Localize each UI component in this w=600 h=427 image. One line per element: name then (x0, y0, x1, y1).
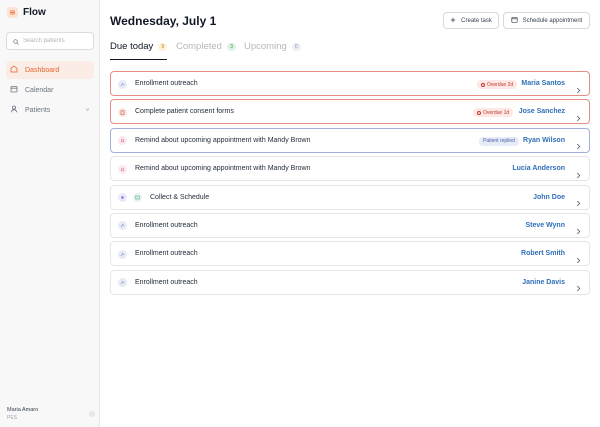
sidebar-nav: Dashboard Calendar Patients (6, 61, 94, 121)
task-title: Enrollment outreach (135, 221, 198, 229)
tab-label: Upcoming (244, 41, 287, 52)
create-task-label: Create task (461, 17, 492, 24)
chevron-down-icon (85, 107, 90, 114)
collect-icon (118, 193, 127, 203)
tab-count-badge: 3 (226, 43, 236, 51)
brand[interactable]: Flow (7, 7, 46, 18)
user-profile[interactable]: Maria Amaro PES (7, 407, 95, 421)
clock-icon (477, 110, 481, 115)
page-title: Wednesday, July 1 (110, 14, 217, 28)
chevron-right-icon[interactable] (576, 81, 581, 99)
tab-upcoming[interactable]: Upcoming 0 (244, 40, 301, 60)
task-list: Enrollment outreach Overdue 2d Maria San… (110, 71, 590, 298)
task-row[interactable]: Enrollment outreach Janine Davis (110, 269, 590, 297)
sidebar-item-label: Dashboard (25, 66, 60, 74)
task-title: Enrollment outreach (135, 250, 198, 258)
tab-label: Completed (176, 41, 222, 52)
phone-icon (118, 278, 127, 288)
clock-icon (481, 82, 485, 87)
calendar-icon (133, 193, 142, 203)
home-icon (10, 65, 18, 75)
tab-label: Due today (110, 41, 154, 52)
task-title: Remind about upcoming appointment with M… (135, 136, 311, 144)
calendar-icon (10, 85, 18, 95)
chevron-right-icon[interactable] (576, 222, 581, 240)
flow-logo-icon (7, 7, 18, 18)
task-row[interactable]: Complete patient consent forms Overdue 1… (110, 99, 590, 127)
chevron-right-icon[interactable] (576, 137, 581, 155)
patient-name-link[interactable]: Janine Davis (522, 279, 565, 286)
sidebar-item-patients[interactable]: Patients (6, 101, 94, 119)
form-icon (118, 107, 127, 117)
chevron-right-icon[interactable] (576, 166, 581, 184)
sidebar-item-label: Calendar (25, 86, 54, 94)
patient-name-link[interactable]: Robert Smith (521, 250, 565, 257)
main-content: Wednesday, July 1 Create task Schedule a… (100, 0, 600, 427)
search-icon (13, 32, 19, 50)
profile-name: Maria Amaro (7, 407, 39, 413)
task-title: Enrollment outreach (135, 278, 198, 286)
bell-icon (118, 136, 127, 146)
patient-name-link[interactable]: John Doe (533, 194, 565, 201)
patient-name-link[interactable]: Lucia Anderson (512, 165, 565, 172)
overdue-badge: Overdue 1d (473, 108, 514, 118)
bell-icon (118, 164, 127, 174)
tab-due-today[interactable]: Due today 9 (110, 40, 168, 60)
sidebar-item-label: Patients (25, 106, 51, 114)
task-row[interactable]: Enrollment outreach Steve Wynn (110, 212, 590, 240)
phone-icon (118, 221, 127, 231)
tab-count-badge: 9 (158, 43, 168, 51)
overdue-badge: Overdue 2d (477, 80, 518, 89)
tab-completed[interactable]: Completed 3 (176, 40, 236, 60)
sidebar-item-calendar[interactable]: Calendar (6, 81, 94, 99)
search-input[interactable] (23, 38, 93, 44)
chevron-right-icon[interactable] (576, 251, 581, 269)
patient-name-link[interactable]: Steve Wynn (525, 222, 565, 229)
sidebar-item-dashboard[interactable]: Dashboard (6, 61, 94, 79)
chevron-right-icon[interactable] (576, 109, 581, 127)
task-row[interactable]: Enrollment outreach Overdue 2d Maria San… (110, 71, 590, 96)
chevron-right-icon[interactable] (576, 279, 581, 297)
create-task-button[interactable]: Create task (443, 12, 499, 29)
patient-name-link[interactable]: Jose Sanchez (519, 108, 565, 115)
task-tabs: Due today 9 Completed 3 Upcoming 0 (110, 40, 590, 60)
task-row[interactable]: Remind about upcoming appointment with M… (110, 127, 590, 155)
chevron-right-icon[interactable] (576, 194, 581, 212)
patient-name-link[interactable]: Maria Santos (521, 80, 565, 87)
task-title: Complete patient consent forms (135, 108, 234, 116)
patient-name-link[interactable]: Ryan Wilson (523, 137, 565, 144)
overdue-badge-label: Overdue 2d (487, 81, 514, 88)
task-title: Enrollment outreach (135, 80, 198, 87)
task-row[interactable]: Enrollment outreach Robert Smith (110, 241, 590, 269)
user-icon (10, 105, 18, 115)
patient-search[interactable] (6, 32, 94, 50)
patient-replied-badge: Patient replied (479, 136, 519, 146)
tab-count-badge: 0 (291, 43, 301, 51)
app-name: Flow (23, 7, 46, 18)
task-row[interactable]: Collect & Schedule John Doe (110, 184, 590, 212)
schedule-appointment-label: Schedule appointment (522, 17, 583, 24)
calendar-icon (511, 16, 518, 25)
profile-role: PES (7, 415, 18, 421)
profile-menu-icon[interactable] (89, 411, 95, 417)
overdue-badge-label: Overdue 1d (483, 109, 510, 116)
plus-icon (450, 17, 456, 25)
phone-icon (118, 249, 127, 259)
task-title: Collect & Schedule (150, 193, 210, 201)
task-row[interactable]: Remind about upcoming appointment with M… (110, 156, 590, 184)
phone-icon (118, 79, 127, 89)
sidebar: Flow Dashboard Calendar Patients (0, 0, 100, 427)
task-title: Remind about upcoming appointment with M… (135, 165, 311, 173)
schedule-appointment-button[interactable]: Schedule appointment (503, 12, 590, 29)
